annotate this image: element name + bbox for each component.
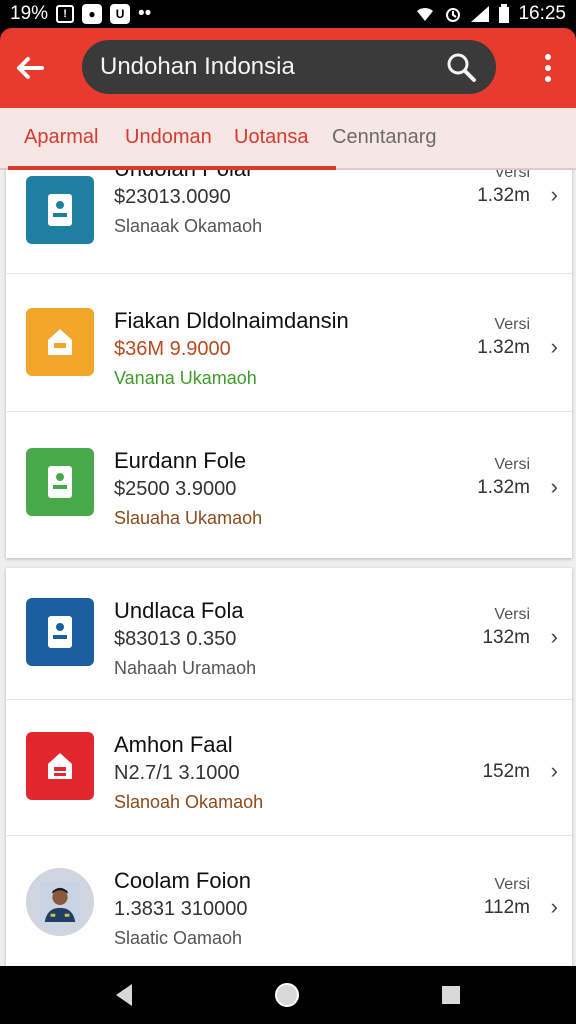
search-field[interactable]: Undohan Indonsia (82, 40, 496, 94)
item-price: $36M 9.9000 (114, 338, 231, 360)
item-size: 132m (482, 627, 530, 648)
avatar (26, 868, 94, 936)
chevron-right-icon: › (550, 624, 558, 649)
item-size: 152m (482, 761, 530, 782)
more-notifications-icon: •• (138, 3, 152, 24)
item-status: Nahaah Uramaoh (114, 658, 257, 678)
list-item[interactable]: Fiakan Dldolnaimdansin $36M 9.9000 Vanan… (6, 274, 572, 412)
item-status: Slaatic Oamaoh (114, 928, 243, 948)
versi-label: Versi (494, 170, 530, 181)
notification-icon: ! (56, 5, 75, 23)
chevron-right-icon: › (550, 474, 558, 499)
nav-home-button[interactable] (272, 980, 302, 1010)
versi-label: Versi (494, 456, 530, 473)
home-icon (26, 308, 94, 376)
status-right: 16:25 (414, 3, 566, 25)
tab-aparmal[interactable]: Aparmal (24, 126, 98, 149)
triangle-back-icon (116, 984, 132, 1006)
system-nav-bar (0, 966, 576, 1024)
tab-bar: Aparmal Undoman Uotansa Cenntanarg (0, 108, 576, 170)
home-icon (26, 732, 94, 800)
item-size: 1.32m (477, 337, 530, 358)
list-item[interactable]: Undlaca Fola $83013 0.350 Nahaah Uramaoh… (6, 568, 572, 700)
status-left: 19% ! ● U •• (10, 3, 151, 25)
message-notification-icon: U (110, 4, 131, 24)
item-size: 1.32m (477, 477, 530, 498)
more-options-button[interactable] (538, 50, 558, 86)
battery-percent: 19% (10, 3, 49, 24)
chevron-right-icon: › (550, 758, 558, 783)
item-title: Eurdann Fole (114, 448, 247, 473)
list-item[interactable]: Undolan Polal $23013.0090 Slanaak Okamao… (6, 170, 572, 274)
content-area: Undolan Polal $23013.0090 Slanaak Okamao… (0, 170, 576, 966)
item-title: Undolan Polal (114, 170, 251, 182)
chevron-right-icon: › (550, 182, 558, 207)
tab-cenntanarg[interactable]: Cenntanarg (332, 126, 437, 149)
item-title: Undlaca Fola (114, 598, 244, 623)
alarm-icon (444, 5, 462, 23)
item-price: N2.7/1 3.1000 (114, 762, 240, 784)
item-title: Coolam Foion (114, 868, 251, 893)
item-title: Amhon Faal (114, 732, 233, 757)
back-arrow-icon (17, 57, 44, 79)
document-icon (26, 448, 94, 516)
search-query-text: Undohan Indonsia (100, 53, 295, 80)
nav-recents-button[interactable] (436, 980, 466, 1010)
back-button[interactable] (0, 28, 60, 108)
item-size: 1.32m (477, 185, 530, 206)
item-price: $2500 3.9000 (114, 478, 237, 500)
versi-label: Versi (494, 606, 530, 623)
circle-home-icon (275, 983, 299, 1007)
clock: 16:25 (518, 3, 566, 24)
versi-label: Versi (494, 316, 530, 333)
chevron-right-icon: › (550, 334, 558, 359)
chevron-right-icon: › (550, 894, 558, 919)
item-status: Slanoah Okamaoh (114, 792, 264, 812)
list-card: Undlaca Fola $83013 0.350 Nahaah Uramaoh… (6, 568, 572, 966)
document-icon (26, 176, 94, 244)
signal-icon (470, 5, 490, 23)
nav-back-button[interactable] (110, 980, 140, 1010)
item-price: 1.3831 310000 (114, 898, 248, 920)
item-price: $83013 0.350 (114, 628, 237, 650)
item-title: Fiakan Dldolnaimdansin (114, 308, 349, 333)
item-status: Vanana Ukamaoh (114, 368, 257, 388)
versi-label: Versi (494, 876, 530, 893)
item-status: Slanaak Okamaoh (114, 216, 263, 236)
list-item[interactable]: Eurdann Fole $2500 3.9000 Slauaha Ukamao… (6, 412, 572, 558)
list-item[interactable]: Coolam Foion 1.3831 310000 Slaatic Oamao… (6, 836, 572, 966)
document-icon (26, 598, 94, 666)
battery-icon (498, 4, 510, 24)
status-bar: 19% ! ● U •• 16:25 (0, 0, 576, 28)
app-bar: Undohan Indonsia (0, 28, 576, 108)
wifi-icon (414, 5, 436, 23)
app-notification-icon: ● (82, 4, 103, 24)
more-dot (545, 76, 551, 82)
list-card: Undolan Polal $23013.0090 Slanaak Okamao… (6, 170, 572, 558)
search-icon[interactable] (444, 50, 478, 84)
list-item[interactable]: Amhon Faal N2.7/1 3.1000 Slanoah Okamaoh… (6, 700, 572, 836)
item-status: Slauaha Ukamaoh (114, 508, 263, 528)
tab-uotansa[interactable]: Uotansa (234, 126, 309, 149)
more-dot (545, 65, 551, 71)
square-recents-icon (442, 986, 460, 1004)
item-price: $23013.0090 (114, 186, 231, 208)
item-size: 112m (483, 897, 530, 918)
tab-undoman[interactable]: Undoman (125, 126, 212, 149)
more-dot (545, 54, 551, 60)
